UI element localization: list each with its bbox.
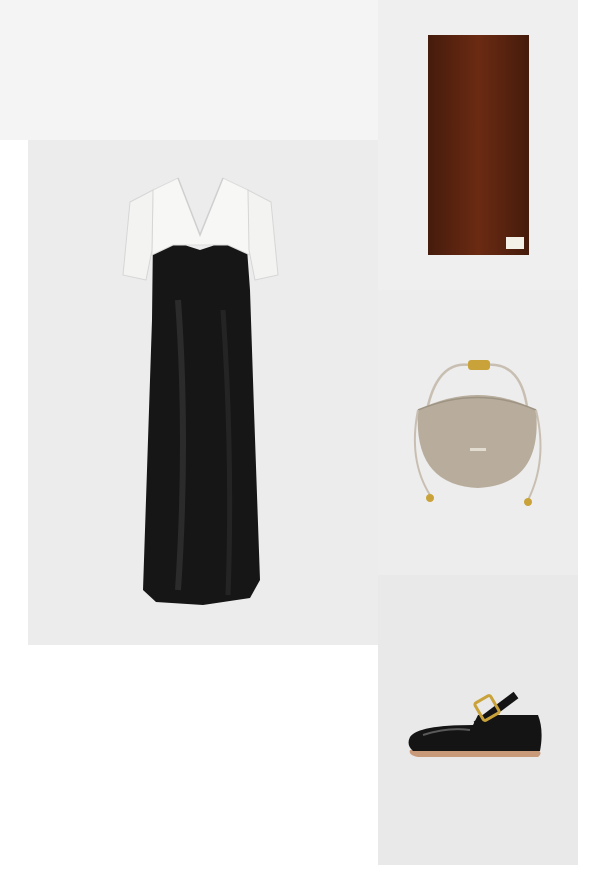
product-tile-scarf[interactable] — [378, 0, 578, 290]
scarf-image — [428, 35, 529, 255]
handbag-logo — [470, 448, 486, 451]
handbag-bead — [524, 498, 532, 506]
dress-bodice — [151, 177, 251, 256]
shoe-sole — [409, 750, 541, 757]
scarf-shade — [428, 35, 529, 255]
handbag-bead — [426, 494, 434, 502]
product-tile-shoe[interactable] — [378, 575, 578, 865]
handbag-image — [413, 360, 542, 506]
scarf-label-tag — [506, 237, 524, 249]
product-tile-handbag[interactable] — [378, 290, 578, 575]
handbag-clasp — [468, 360, 490, 370]
dress-skirt — [143, 235, 260, 605]
shoe-image — [408, 691, 542, 757]
dress-image — [122, 177, 279, 605]
handbag-body — [417, 395, 537, 488]
product-tile-dress[interactable] — [28, 140, 378, 645]
dress-sleeve-left — [122, 189, 154, 281]
top-background-band — [0, 0, 378, 140]
dress-sleeve-right — [247, 189, 279, 281]
